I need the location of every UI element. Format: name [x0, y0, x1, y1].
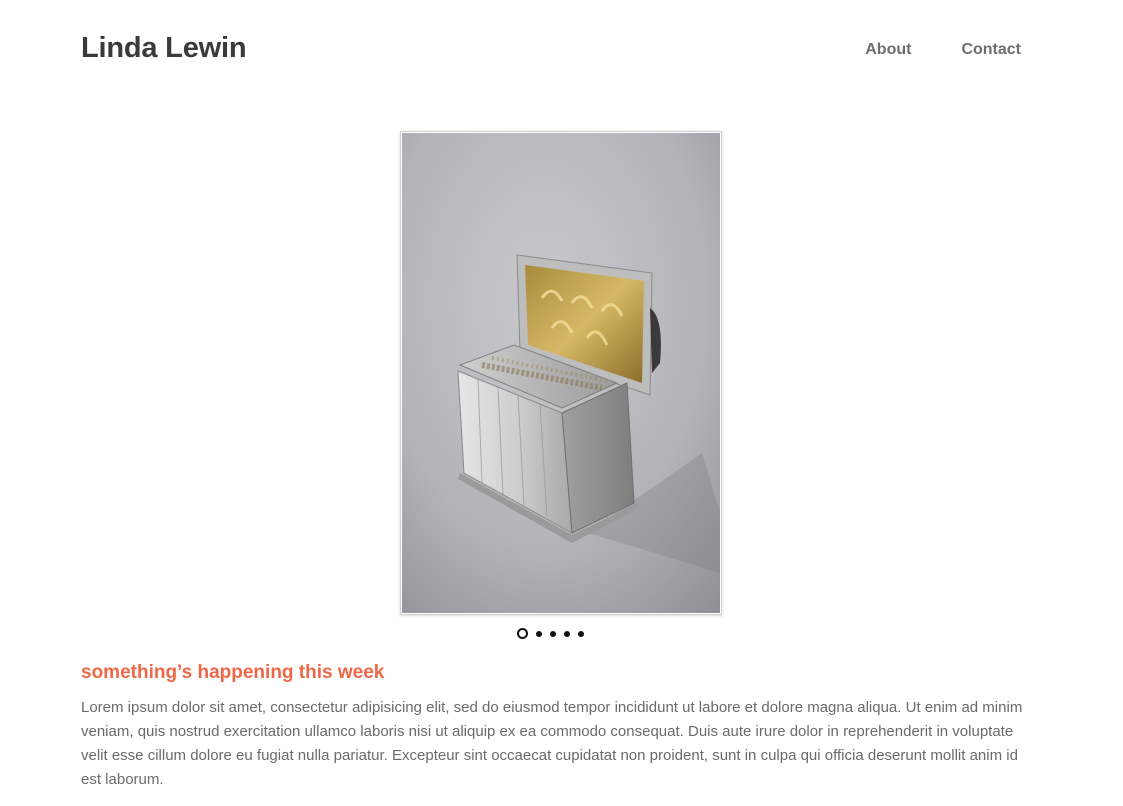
- pager-dot-1[interactable]: [517, 628, 528, 639]
- news-body: Lorem ipsum dolor sit amet, consectetur …: [81, 699, 1023, 788]
- slideshow-pager: [517, 628, 584, 639]
- slideshow[interactable]: [400, 131, 722, 615]
- page: Linda Lewin About Contact something’s ha…: [0, 0, 1123, 806]
- pager-dot-3[interactable]: [550, 630, 556, 637]
- silver-box-photo: [402, 133, 720, 613]
- pager-dot-5[interactable]: [578, 630, 584, 637]
- nav-contact-link[interactable]: Contact: [961, 40, 1021, 60]
- pager-dot-4[interactable]: [564, 630, 570, 637]
- news-heading: something’s happening this week: [81, 662, 385, 683]
- pager-dot-2[interactable]: [536, 630, 542, 637]
- nav-about-link[interactable]: About: [865, 40, 911, 60]
- site-title[interactable]: Linda Lewin: [81, 30, 247, 66]
- main-nav: About Contact: [865, 40, 1021, 60]
